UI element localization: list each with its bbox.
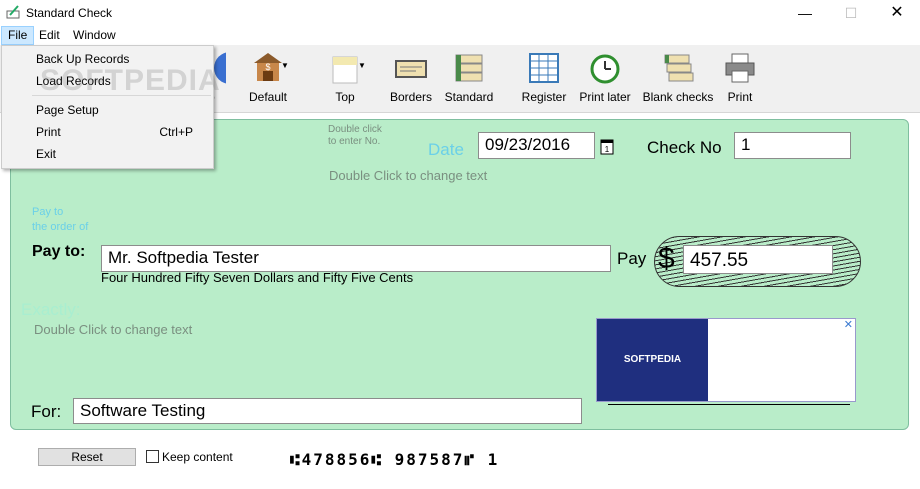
payee-field[interactable]: Mr. Softpedia Tester	[101, 245, 611, 272]
pay-to-label: Pay to:	[32, 243, 86, 260]
clock-icon	[590, 54, 620, 84]
menu-item-print-label: Print	[36, 125, 61, 139]
check-no-field[interactable]: 1	[734, 132, 851, 159]
window-title: Standard Check	[26, 6, 113, 20]
signature-line	[608, 404, 850, 405]
close-button[interactable]: ✕	[874, 0, 920, 26]
keep-content-label: Keep content	[162, 450, 233, 464]
menu-file[interactable]: File	[1, 26, 35, 45]
title-bar: Standard Check — ☐ ✕	[0, 0, 920, 26]
standard-icon	[455, 54, 483, 82]
maximize-button[interactable]: ☐	[828, 0, 874, 26]
check-no-label: Check No	[647, 138, 722, 157]
default-dropdown-icon[interactable]: ▼	[281, 61, 289, 70]
amount-in-words: Four Hundred Fifty Seven Dollars and Fif…	[101, 270, 414, 285]
toolbar-button-print[interactable]: Print	[720, 49, 760, 109]
printer-icon	[725, 53, 755, 83]
change-text-hint-top[interactable]: Double Click to change text	[329, 168, 487, 183]
logo-close-icon[interactable]: ✕	[844, 318, 853, 331]
change-text-hint-bottom[interactable]: Double Click to change text	[34, 322, 192, 337]
toolbar-button-default[interactable]: $ Default	[240, 49, 296, 109]
date-field[interactable]: 09/23/2016	[478, 132, 595, 159]
check-number-hint: Double click to enter No.	[328, 124, 382, 147]
top-dropdown-icon[interactable]: ▼	[358, 61, 366, 70]
logo-box[interactable]: SOFTPEDIA ✕	[596, 318, 856, 402]
exactly-label: Exactly:	[21, 300, 81, 319]
reset-button[interactable]: Reset	[38, 448, 136, 466]
micr-line: ⑆478856⑆ 987587⑈ 1	[290, 450, 500, 469]
print-shortcut: Ctrl+P	[159, 125, 193, 139]
dollar-sign: $	[658, 242, 675, 275]
check-top-icon	[332, 56, 358, 84]
svg-text:$: $	[265, 62, 270, 72]
svg-text:1: 1	[605, 145, 610, 154]
toolbar-button-borders[interactable]: Borders	[388, 49, 434, 109]
softpedia-logo: SOFTPEDIA	[597, 319, 708, 401]
toolbar-button-print-later[interactable]: Print later	[577, 49, 633, 109]
app-icon	[6, 5, 20, 19]
toolbar-button-register[interactable]: Register	[518, 49, 570, 109]
menu-item-exit[interactable]: Exit	[2, 143, 213, 165]
register-icon	[529, 53, 559, 83]
calendar-icon[interactable]: 1	[600, 137, 614, 155]
menu-bar: File Edit Window	[0, 26, 920, 45]
pay-to-order-hint: Pay to the order of	[32, 206, 89, 233]
toolbar-button-standard[interactable]: Standard	[441, 49, 497, 109]
blank-checks-icon	[664, 54, 694, 82]
toolbar-button-top[interactable]: Top	[320, 49, 370, 109]
for-label: For:	[31, 402, 62, 421]
menu-window[interactable]: Window	[67, 26, 122, 45]
borders-icon	[395, 60, 427, 78]
toolbar-button-blank-checks[interactable]: Blank checks	[642, 49, 714, 109]
memo-field[interactable]: Software Testing	[73, 398, 582, 424]
amount-field[interactable]: 457.55	[683, 245, 833, 274]
menu-item-page-setup[interactable]: Page Setup	[2, 99, 213, 121]
keep-content-checkbox[interactable]	[146, 450, 159, 463]
bank-icon: $	[254, 53, 282, 81]
watermark: SOFTPEDIA	[40, 64, 221, 97]
pay-label: Pay	[617, 249, 647, 268]
menu-edit[interactable]: Edit	[33, 26, 66, 45]
date-label: Date	[428, 140, 464, 159]
menu-item-print[interactable]: Print Ctrl+P	[2, 121, 213, 143]
minimize-button[interactable]: —	[782, 0, 828, 26]
